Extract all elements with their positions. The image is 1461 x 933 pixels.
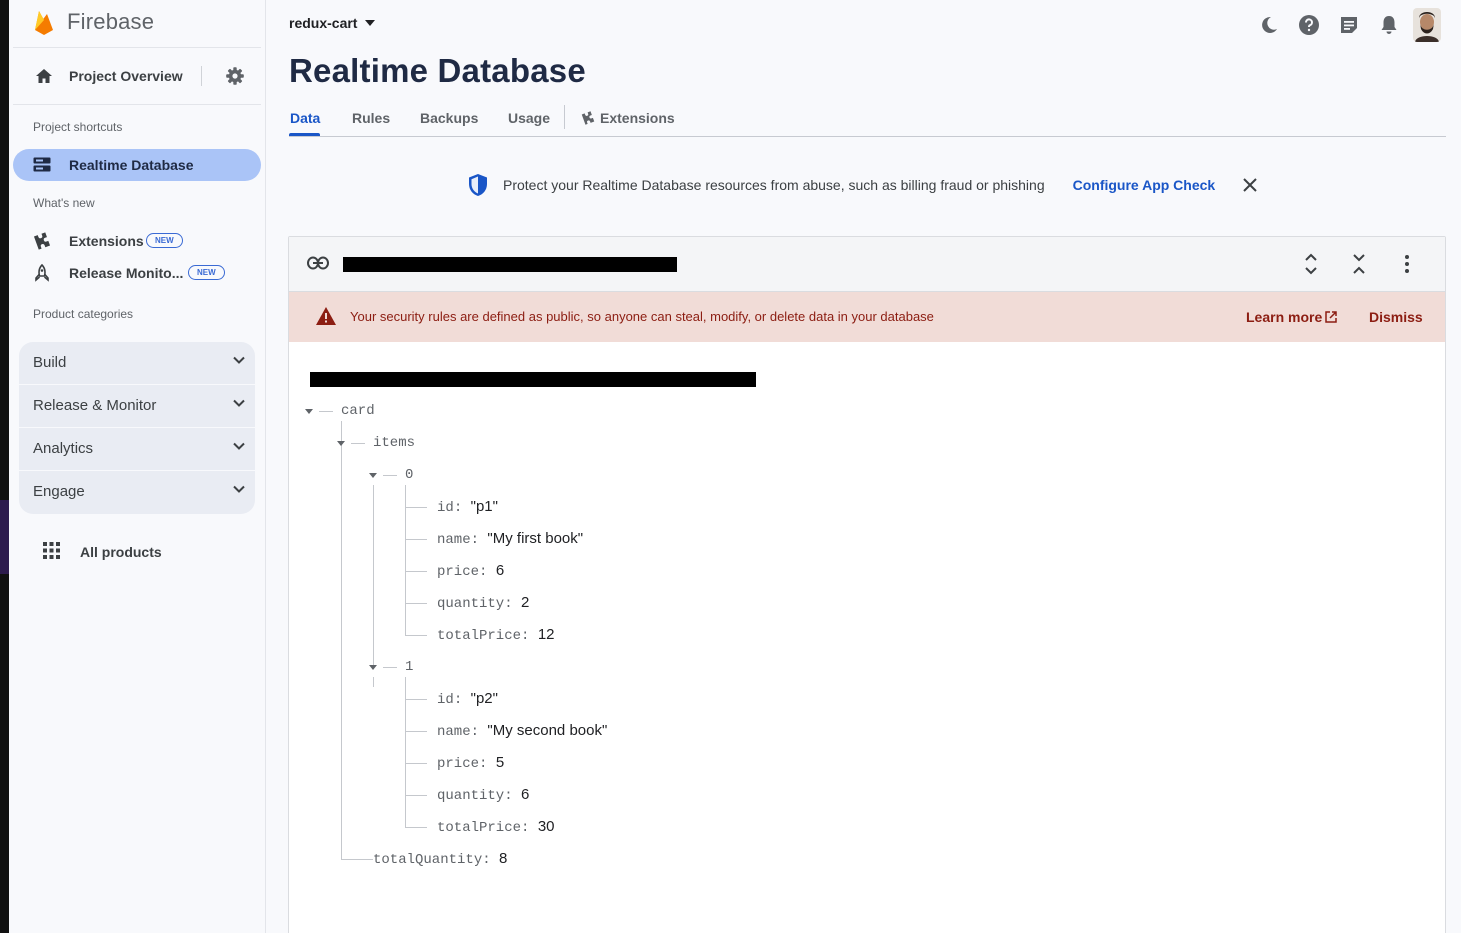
tree-leaf[interactable]: price: 5 [437, 754, 504, 774]
product-categories: Build Release & Monitor Analytics Engage [19, 342, 255, 514]
configure-app-check-link[interactable]: Configure App Check [1073, 177, 1216, 193]
sidebar-item-realtime-database[interactable]: Realtime Database [13, 149, 261, 181]
tab-backups[interactable]: Backups [420, 110, 478, 126]
tree-key-1[interactable]: 1 [405, 659, 413, 679]
gear-icon[interactable] [225, 66, 245, 86]
release-notes-button[interactable] [1329, 10, 1369, 40]
tree-leaf[interactable]: quantity: 2 [437, 594, 529, 614]
tree-leaf[interactable]: quantity: 6 [437, 786, 529, 806]
window-edge [0, 0, 9, 933]
expand-toggle[interactable] [369, 665, 377, 670]
expand-toggle[interactable] [337, 441, 345, 446]
tree-key-items[interactable]: items [373, 435, 415, 455]
release-notes-icon [1341, 17, 1357, 33]
category-label: Release & Monitor [33, 397, 157, 414]
divider [201, 66, 202, 86]
moon-icon [1262, 16, 1277, 33]
category-engage[interactable]: Engage [19, 471, 255, 513]
tab-extensions[interactable]: Extensions [581, 110, 675, 126]
tree-leaf[interactable]: totalPrice: 30 [437, 818, 555, 838]
whats-new-heading: What's new [33, 196, 95, 210]
new-badge: NEW [146, 233, 183, 248]
close-banner-button[interactable] [1243, 178, 1257, 192]
notifications-button[interactable] [1369, 10, 1409, 40]
apps-grid-icon [43, 542, 60, 559]
tree-leaf[interactable]: id: "p2" [437, 690, 498, 710]
project-overview-link[interactable]: Project Overview [69, 68, 183, 84]
active-tab-indicator [289, 133, 320, 136]
tab-bar: Data Rules Backups Usage Extensions [289, 100, 1446, 137]
chevron-down-icon [233, 399, 245, 407]
tree-leaf[interactable]: id: "p1" [437, 498, 498, 518]
avatar-image [1413, 8, 1441, 42]
top-toolbar [1249, 8, 1441, 42]
app-check-banner: Protect your Realtime Database resources… [467, 173, 1257, 197]
tree-leaf-total-quantity[interactable]: totalQuantity: 8 [373, 850, 507, 870]
page-title: Realtime Database [289, 52, 586, 89]
sidebar-item-extensions[interactable]: Extensions NEW [13, 226, 261, 256]
app-check-message: Protect your Realtime Database resources… [503, 177, 1045, 193]
sidebar: Firebase Project Overview Project shortc… [9, 0, 266, 933]
home-icon[interactable] [35, 68, 53, 84]
database-icon [33, 157, 51, 172]
firebase-flame-icon [35, 11, 53, 35]
divider [13, 47, 261, 48]
project-selector[interactable]: redux-cart [289, 15, 376, 31]
tab-usage[interactable]: Usage [508, 110, 550, 126]
rocket-icon [35, 264, 49, 282]
product-categories-heading: Product categories [33, 307, 134, 321]
dark-mode-button[interactable] [1249, 10, 1289, 40]
expand-toggle[interactable] [305, 409, 313, 414]
all-products-link[interactable]: All products [13, 536, 261, 566]
chevron-down-icon [233, 356, 245, 364]
expand-toggle[interactable] [369, 473, 377, 478]
sidebar-item-label: Release Monito... [69, 265, 184, 281]
tree-leaf[interactable]: totalPrice: 12 [437, 626, 555, 646]
project-name: redux-cart [289, 15, 358, 31]
sidebar-item-release-monitor[interactable]: Release Monito... NEW [13, 258, 261, 288]
app-name: Firebase [67, 9, 155, 34]
tab-rules[interactable]: Rules [352, 110, 390, 126]
tree-leaf[interactable]: name: "My first book" [437, 530, 583, 550]
help-button[interactable] [1289, 10, 1329, 40]
project-overview-row: Project Overview [13, 56, 262, 96]
category-release-monitor[interactable]: Release & Monitor [19, 385, 255, 427]
tree-leaf[interactable]: price: 6 [437, 562, 504, 582]
chevron-down-icon [233, 485, 245, 493]
tab-data[interactable]: Data [290, 110, 320, 126]
avatar[interactable] [1413, 8, 1441, 42]
divider [13, 104, 261, 105]
database-viewer: Your security rules are defined as publi… [288, 236, 1446, 933]
category-label: Analytics [33, 440, 94, 457]
tab-label: Extensions [600, 110, 675, 126]
category-label: Engage [33, 483, 85, 500]
help-icon [1299, 15, 1319, 35]
bell-icon [1381, 16, 1397, 34]
tree-leaf[interactable]: name: "My second book" [437, 722, 607, 742]
extensions-icon [33, 232, 51, 250]
data-tree: card items 0 id: "p1" name: "My first bo… [289, 237, 1445, 933]
sidebar-item-label: Extensions [69, 233, 144, 249]
divider [564, 105, 565, 129]
tree-key-card[interactable]: card [341, 403, 375, 423]
all-products-label: All products [80, 544, 162, 560]
sidebar-item-label: Realtime Database [69, 157, 194, 173]
category-analytics[interactable]: Analytics [19, 428, 255, 470]
tree-key-0[interactable]: 0 [405, 467, 413, 487]
new-badge: NEW [188, 265, 225, 280]
close-icon [1243, 178, 1257, 192]
chevron-down-icon [233, 442, 245, 450]
extensions-icon [581, 111, 595, 125]
firebase-logo[interactable]: Firebase [33, 8, 154, 36]
main-content: redux-cart Realtime Database Data Rules … [267, 0, 1461, 933]
shield-icon [469, 174, 487, 196]
category-build[interactable]: Build [19, 342, 255, 384]
project-shortcuts-heading: Project shortcuts [33, 120, 123, 134]
category-label: Build [33, 354, 67, 371]
caret-down-icon [365, 20, 376, 26]
